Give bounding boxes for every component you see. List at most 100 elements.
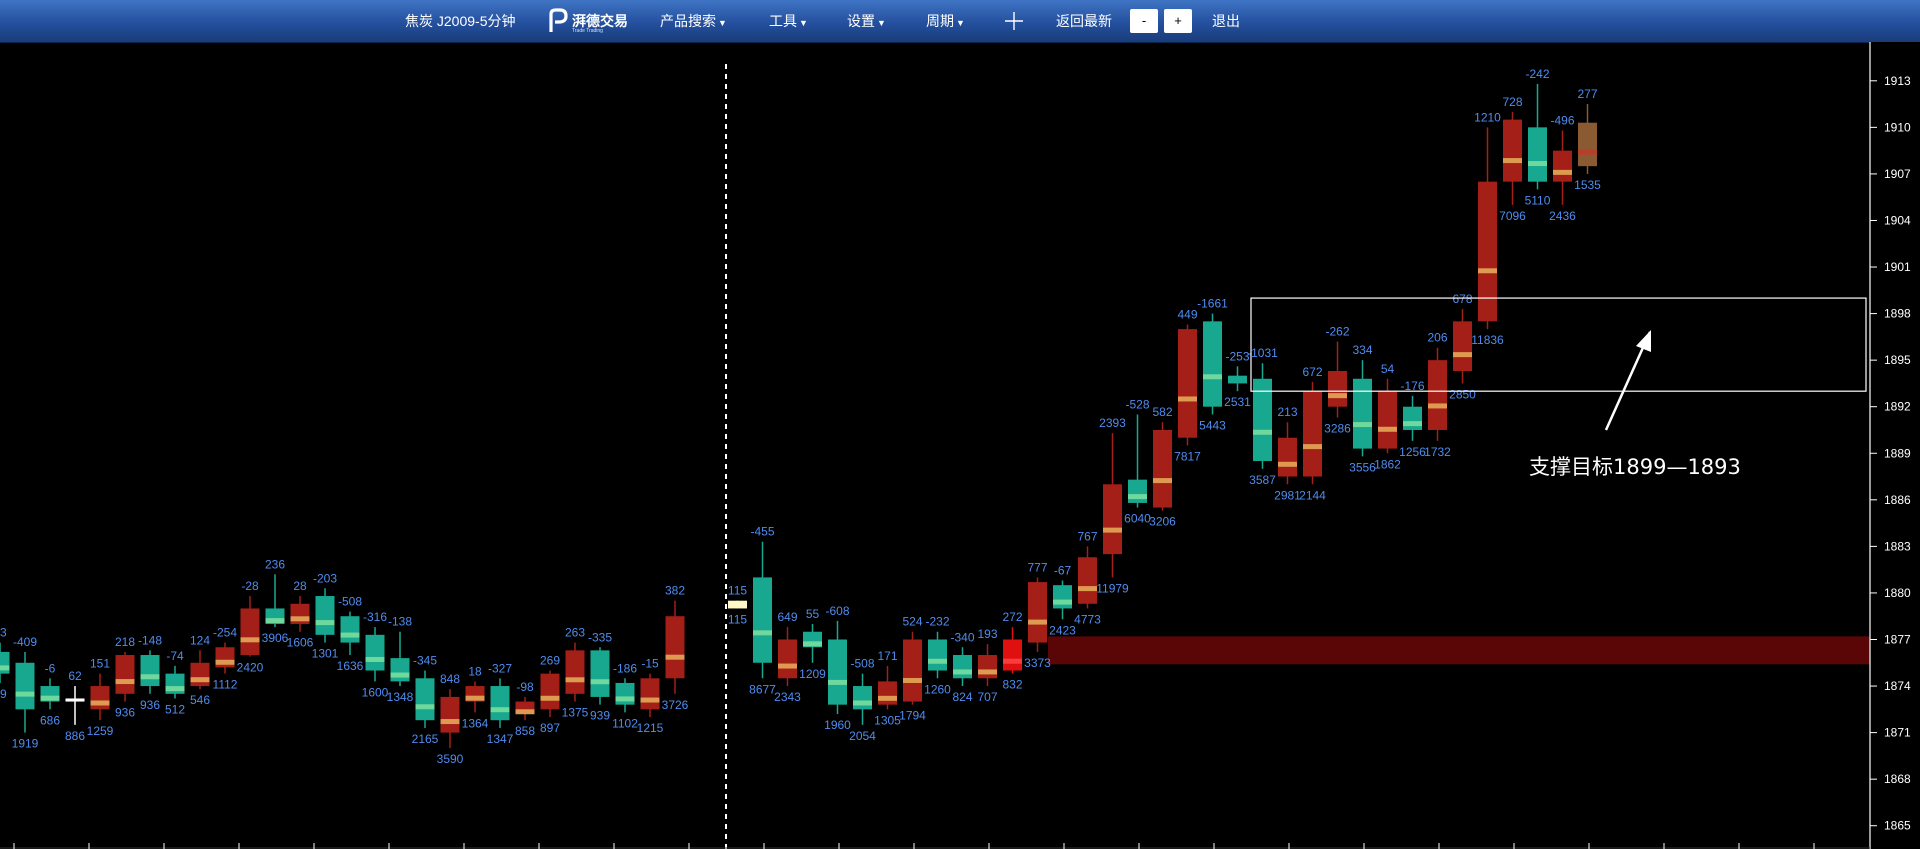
candle-body[interactable] [1403,406,1422,430]
zoom-out-button[interactable]: - [1130,9,1158,33]
product-search-menu[interactable]: 产品搜索 ▼ [660,0,727,42]
candle-body[interactable] [1053,585,1072,609]
candle-body[interactable] [490,686,510,721]
candle-body[interactable] [1203,321,1222,407]
candle-delta-label: -345 [413,654,437,668]
candle-delta-label: -508 [338,595,362,609]
candle-body[interactable] [1328,371,1347,407]
candle-body[interactable] [1553,150,1572,182]
candle-delta-label: 848 [440,672,460,686]
candle-body[interactable] [1453,321,1472,372]
candle-body[interactable] [140,655,160,687]
candle-body[interactable] [853,686,872,710]
candle-body[interactable] [590,650,610,697]
logo-mark-icon [549,8,568,32]
back-to-latest-button[interactable]: 返回最新 [1056,0,1112,42]
candle-poc-mark [1453,352,1472,358]
candle-delta-label: 151 [90,657,110,671]
top-toolbar: 焦炭 J2009-5分钟 湃德交易 Trade Trading 产品搜索 ▼ 工具… [0,0,1920,43]
candle-body[interactable] [1128,479,1147,503]
candle-body[interactable] [753,577,772,663]
candle-body[interactable] [1528,127,1547,182]
candle-body[interactable] [640,678,660,710]
instrument-title: 焦炭 J2009-5分钟 [405,13,516,29]
candle-poc-mark [1253,429,1272,435]
zoom-in-button[interactable]: + [1164,9,1192,33]
candle-body[interactable] [15,662,35,710]
candle-poc-mark [665,654,685,660]
candle-body[interactable] [1478,181,1497,322]
candle-poc-mark [340,632,360,638]
candle-poc-mark [1078,586,1097,592]
candle-body[interactable] [365,634,385,671]
candle-body[interactable] [928,639,947,671]
candle-body[interactable] [1153,429,1172,508]
candle-volume-label: 5110 [1525,193,1551,207]
candle-delta-label: -186 [613,661,637,675]
candle-body[interactable] [90,686,110,710]
candle-poc-mark [240,637,260,643]
candle-body[interactable] [565,650,585,694]
candle-body[interactable] [903,639,922,702]
candle-body[interactable] [1378,391,1397,449]
candle-body[interactable] [1428,360,1447,430]
candle-body[interactable] [65,698,85,702]
candle-body[interactable] [665,616,685,679]
candle-body[interactable] [1278,437,1297,477]
candle-poc-mark [315,620,335,626]
candlestick-chart[interactable]: 33 89 -409 1919 -6 686 62 886 151 1259 218 936 -148 9… [0,42,1920,849]
candle-body[interactable] [315,596,335,635]
candle-volume-label: 936 [140,698,160,712]
candle-body[interactable] [1503,119,1522,182]
candle-body[interactable] [828,639,847,705]
candle-body[interactable] [728,600,747,609]
candle-poc-mark [0,665,10,671]
candle-poc-mark [903,677,922,683]
candle-body[interactable] [978,655,997,679]
candle-body[interactable] [1353,378,1372,449]
candle-volume-label: 3373 [1024,656,1051,670]
candle-body[interactable] [1103,484,1122,555]
candle-body[interactable] [878,681,897,705]
candle-body[interactable] [190,662,210,687]
candle-volume-label: 89 [0,687,7,701]
crosshair-button[interactable] [1003,0,1025,42]
candle-body[interactable] [1578,122,1597,167]
candle-body[interactable] [1028,582,1047,643]
candle-poc-mark [1178,396,1197,402]
candle-body[interactable] [340,616,360,643]
candle-delta-label: -15 [641,657,659,671]
exit-button[interactable]: 退出 [1212,0,1240,42]
candle-body[interactable] [1078,557,1097,604]
candle-poc-mark [828,679,847,685]
candle-delta-label: -608 [825,604,849,618]
candle-poc-mark [1478,268,1497,274]
candle-poc-mark [90,700,110,706]
candle-body[interactable] [1303,391,1322,477]
settings-menu[interactable]: 设置 ▼ [847,0,886,42]
tools-menu[interactable]: 工具 ▼ [769,0,808,42]
candle-body[interactable] [953,655,972,679]
candle-body[interactable] [440,696,460,733]
candle-body[interactable] [240,608,260,656]
candle-body[interactable] [1228,375,1247,384]
candle-poc-mark [15,691,35,697]
candle-poc-mark [615,696,635,702]
candle-delta-label: -1031 [1247,346,1278,360]
candle-volume-label: 832 [1002,678,1022,692]
candle-body[interactable] [1178,329,1197,438]
candle-body[interactable] [778,639,797,679]
candle-volume-label: 115 [728,612,747,626]
candle-poc-mark [778,663,797,669]
candle-body[interactable] [1003,639,1022,671]
candle-volume-label: 1364 [462,716,489,730]
candle-volume-label: 1960 [824,718,851,732]
candle-body[interactable] [540,673,560,710]
period-menu[interactable]: 周期 ▼ [926,0,965,42]
candle-volume-label: 1347 [487,732,514,746]
candle-body[interactable] [115,655,135,694]
candle-poc-mark [1403,421,1422,427]
candle-volume-label: 2054 [849,729,876,743]
candle-body[interactable] [415,678,435,721]
candle-body[interactable] [390,658,410,682]
